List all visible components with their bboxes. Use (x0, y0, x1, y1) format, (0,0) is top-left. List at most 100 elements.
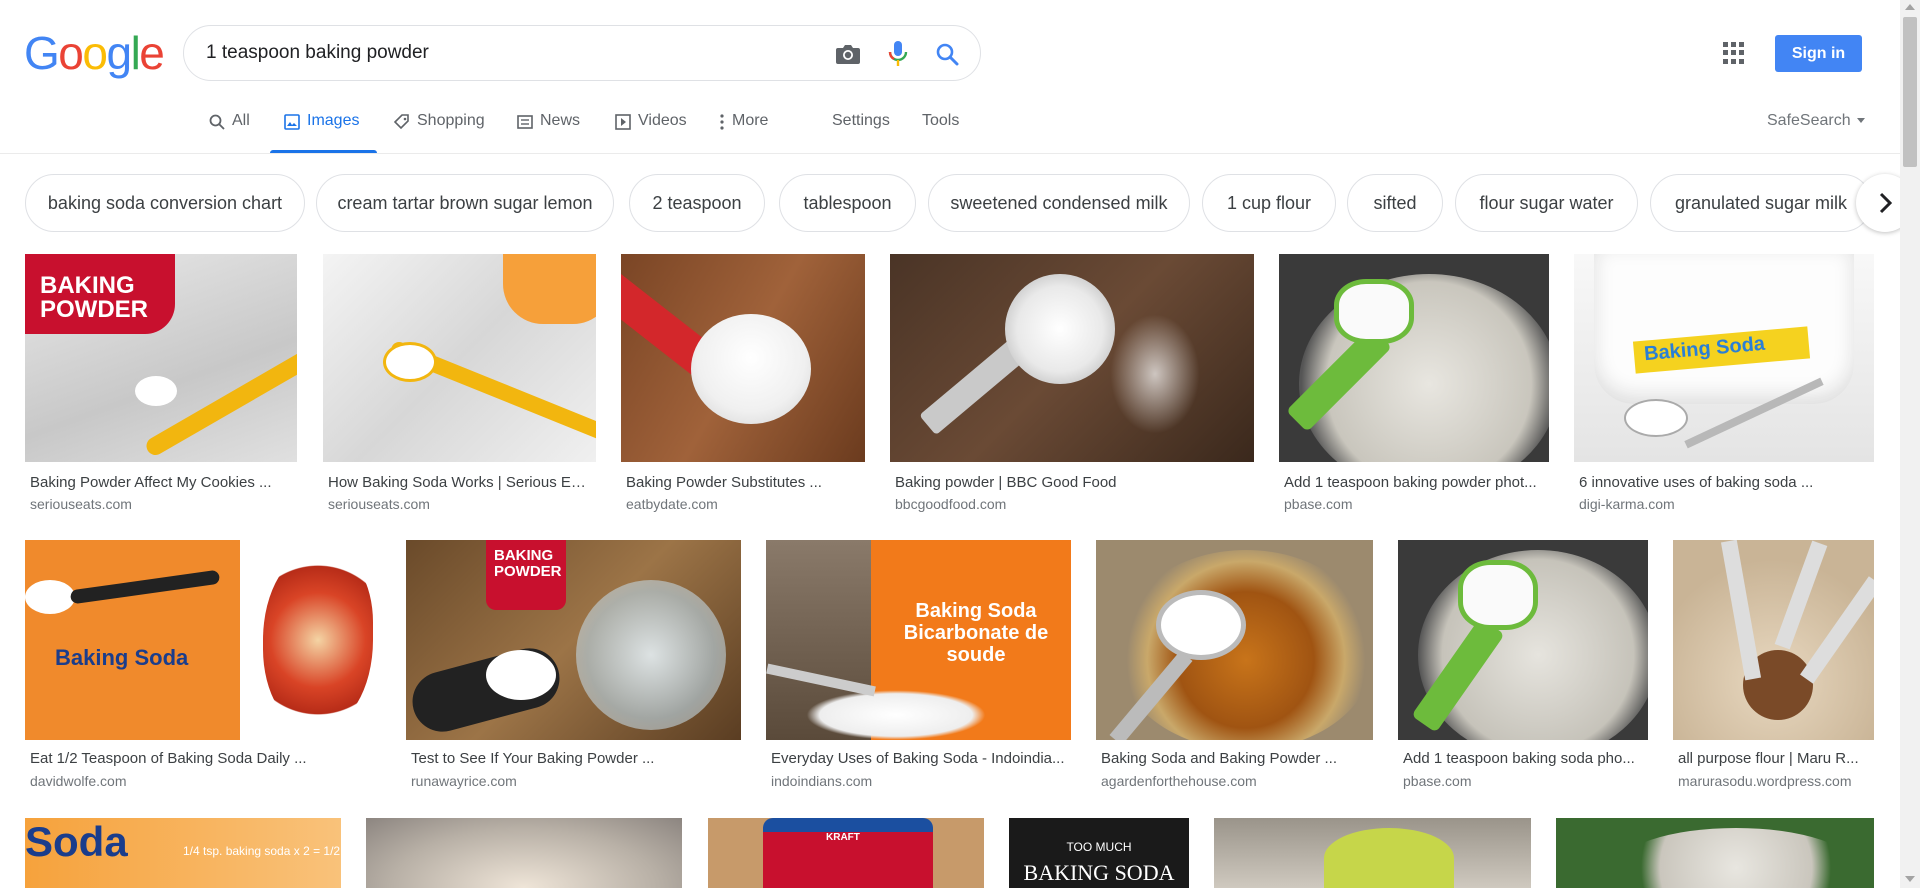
chip[interactable]: 2 teaspoon (629, 174, 765, 232)
result-title[interactable]: How Baking Soda Works | Serious Ea... (328, 474, 591, 491)
search-input[interactable] (206, 42, 766, 64)
image-result[interactable]: Baking powder | BBC Good Food bbcgoodfoo… (890, 254, 1254, 514)
image-result[interactable] (366, 818, 682, 888)
image-result[interactable]: How Baking Soda Works | Serious Ea... se… (323, 254, 596, 514)
tab-videos[interactable]: Videos (614, 112, 687, 154)
image-result[interactable]: KRAFT (708, 818, 984, 888)
result-site[interactable]: marurasodu.wordpress.com (1678, 773, 1869, 789)
image-result[interactable]: TOO MUCH BAKING SODA (1009, 818, 1189, 888)
result-thumbnail[interactable]: Baking Soda (25, 540, 381, 740)
result-site[interactable]: pbase.com (1403, 773, 1643, 789)
result-thumbnail[interactable]: Baking Soda (1574, 254, 1874, 462)
result-site[interactable]: pbase.com (1284, 496, 1544, 512)
image-result[interactable]: Baking Powder Substitutes ... eatbydate.… (621, 254, 865, 514)
result-title[interactable]: Add 1 teaspoon baking powder phot... (1284, 474, 1544, 491)
image-icon (283, 113, 301, 131)
tab-tools[interactable]: Tools (922, 112, 959, 154)
result-site[interactable]: seriouseats.com (30, 496, 292, 512)
chip[interactable]: cream tartar brown sugar lemon (316, 174, 614, 232)
chip[interactable]: tablespoon (779, 174, 916, 232)
mic-icon[interactable] (884, 40, 912, 68)
chip[interactable]: sifted (1347, 174, 1443, 232)
tag-icon (393, 113, 411, 131)
result-site[interactable]: davidwolfe.com (30, 773, 376, 789)
tab-label: Videos (638, 112, 687, 129)
logo-letter: o (82, 27, 108, 79)
logo-letter: g (106, 27, 132, 79)
image-result[interactable]: BAKING POWDER Baking Powder Affect My Co… (25, 254, 297, 514)
result-site[interactable]: runawayrice.com (411, 773, 736, 789)
logo-letter: l (130, 27, 141, 79)
chip[interactable]: 1 cup flour (1202, 174, 1336, 232)
result-thumbnail[interactable] (1096, 540, 1373, 740)
result-site[interactable]: bbcgoodfood.com (895, 496, 1249, 512)
result-thumbnail[interactable]: Baking Soda Bicarbonate de soude (766, 540, 1071, 740)
chip[interactable]: granulated sugar milk (1650, 174, 1872, 232)
result-thumbnail[interactable] (366, 818, 682, 888)
tab-all[interactable]: All (208, 112, 250, 154)
result-title[interactable]: Eat 1/2 Teaspoon of Baking Soda Daily ..… (30, 750, 376, 767)
tab-more[interactable]: More (718, 112, 768, 154)
result-thumbnail[interactable] (323, 254, 596, 462)
chip[interactable]: baking soda conversion chart (25, 174, 305, 232)
result-title[interactable]: Everyday Uses of Baking Soda - Indoindia… (771, 750, 1066, 767)
tab-settings[interactable]: Settings (832, 112, 890, 154)
image-result[interactable]: Baking Soda Eat 1/2 Teaspoon of Baking S… (25, 540, 381, 790)
result-thumbnail[interactable]: BAKING POWDER (406, 540, 741, 740)
google-logo[interactable]: Google (24, 27, 165, 79)
result-thumbnail[interactable]: Soda 1/4 tsp. baking soda x 2 = 1/2 tsp. (25, 818, 341, 888)
result-site[interactable]: indoindians.com (771, 773, 1066, 789)
result-thumbnail[interactable] (1214, 818, 1531, 888)
search-box[interactable] (183, 25, 981, 81)
sign-in-button[interactable]: Sign in (1775, 35, 1862, 72)
scrollbar-thumb[interactable] (1903, 17, 1917, 167)
safesearch-dropdown[interactable]: SafeSearch (1767, 112, 1866, 130)
result-thumbnail[interactable] (1673, 540, 1874, 740)
image-result[interactable]: Add 1 teaspoon baking soda pho... pbase.… (1398, 540, 1648, 790)
result-title[interactable]: Add 1 teaspoon baking soda pho... (1403, 750, 1643, 767)
image-result[interactable]: all purpose flour | Maru R... marurasodu… (1673, 540, 1874, 790)
chevron-right-icon (1879, 192, 1892, 214)
result-thumbnail[interactable]: BAKING POWDER (25, 254, 297, 462)
tab-news[interactable]: News (516, 112, 580, 154)
thumbnail-text: BAKING SODA (1023, 860, 1175, 885)
result-site[interactable]: digi-karma.com (1579, 496, 1869, 512)
result-title[interactable]: Baking powder | BBC Good Food (895, 474, 1249, 491)
result-title[interactable]: Baking Soda and Baking Powder ... (1101, 750, 1368, 767)
tab-shopping[interactable]: Shopping (393, 112, 485, 154)
result-title[interactable]: Test to See If Your Baking Powder ... (411, 750, 736, 767)
image-result[interactable]: Baking Soda Bicarbonate de soude Everyda… (766, 540, 1071, 790)
image-result[interactable]: Baking Soda and Baking Powder ... agarde… (1096, 540, 1373, 790)
result-thumbnail[interactable]: TOO MUCH BAKING SODA (1009, 818, 1189, 888)
result-site[interactable]: agardenforthehouse.com (1101, 773, 1368, 789)
tab-label: All (232, 112, 250, 129)
result-title[interactable]: 6 innovative uses of baking soda ... (1579, 474, 1869, 491)
result-thumbnail[interactable]: KRAFT (708, 818, 984, 888)
image-result[interactable] (1556, 818, 1874, 888)
image-result[interactable] (1214, 818, 1531, 888)
chip[interactable]: sweetened condensed milk (928, 174, 1190, 232)
image-result[interactable]: BAKING POWDER Test to See If Your Baking… (406, 540, 741, 790)
chip[interactable]: flour sugar water (1455, 174, 1638, 232)
result-site[interactable]: seriouseats.com (328, 496, 591, 512)
tab-images[interactable]: Images (283, 112, 359, 154)
scroll-up-arrow-icon[interactable] (1905, 4, 1915, 10)
thumbnail-text: TOO MUCH (1066, 840, 1132, 854)
search-icon[interactable] (933, 40, 961, 68)
result-title[interactable]: Baking Powder Substitutes ... (626, 474, 860, 491)
result-thumbnail[interactable] (1398, 540, 1648, 740)
result-thumbnail[interactable] (1279, 254, 1549, 462)
camera-icon[interactable] (834, 40, 862, 68)
result-thumbnail[interactable] (1556, 818, 1874, 888)
image-result[interactable]: Add 1 teaspoon baking powder phot... pba… (1279, 254, 1549, 514)
image-result[interactable]: Baking Soda 6 innovative uses of baking … (1574, 254, 1874, 514)
scroll-down-arrow-icon[interactable] (1905, 876, 1915, 882)
image-result[interactable]: Soda 1/4 tsp. baking soda x 2 = 1/2 tsp. (25, 818, 341, 888)
apps-grid-icon[interactable] (1723, 42, 1745, 64)
result-title[interactable]: all purpose flour | Maru R... (1678, 750, 1869, 767)
result-title[interactable]: Baking Powder Affect My Cookies ... (30, 474, 292, 491)
result-thumbnail[interactable] (621, 254, 865, 462)
result-site[interactable]: eatbydate.com (626, 496, 860, 512)
result-thumbnail[interactable] (890, 254, 1254, 462)
tab-label: Images (307, 112, 360, 129)
